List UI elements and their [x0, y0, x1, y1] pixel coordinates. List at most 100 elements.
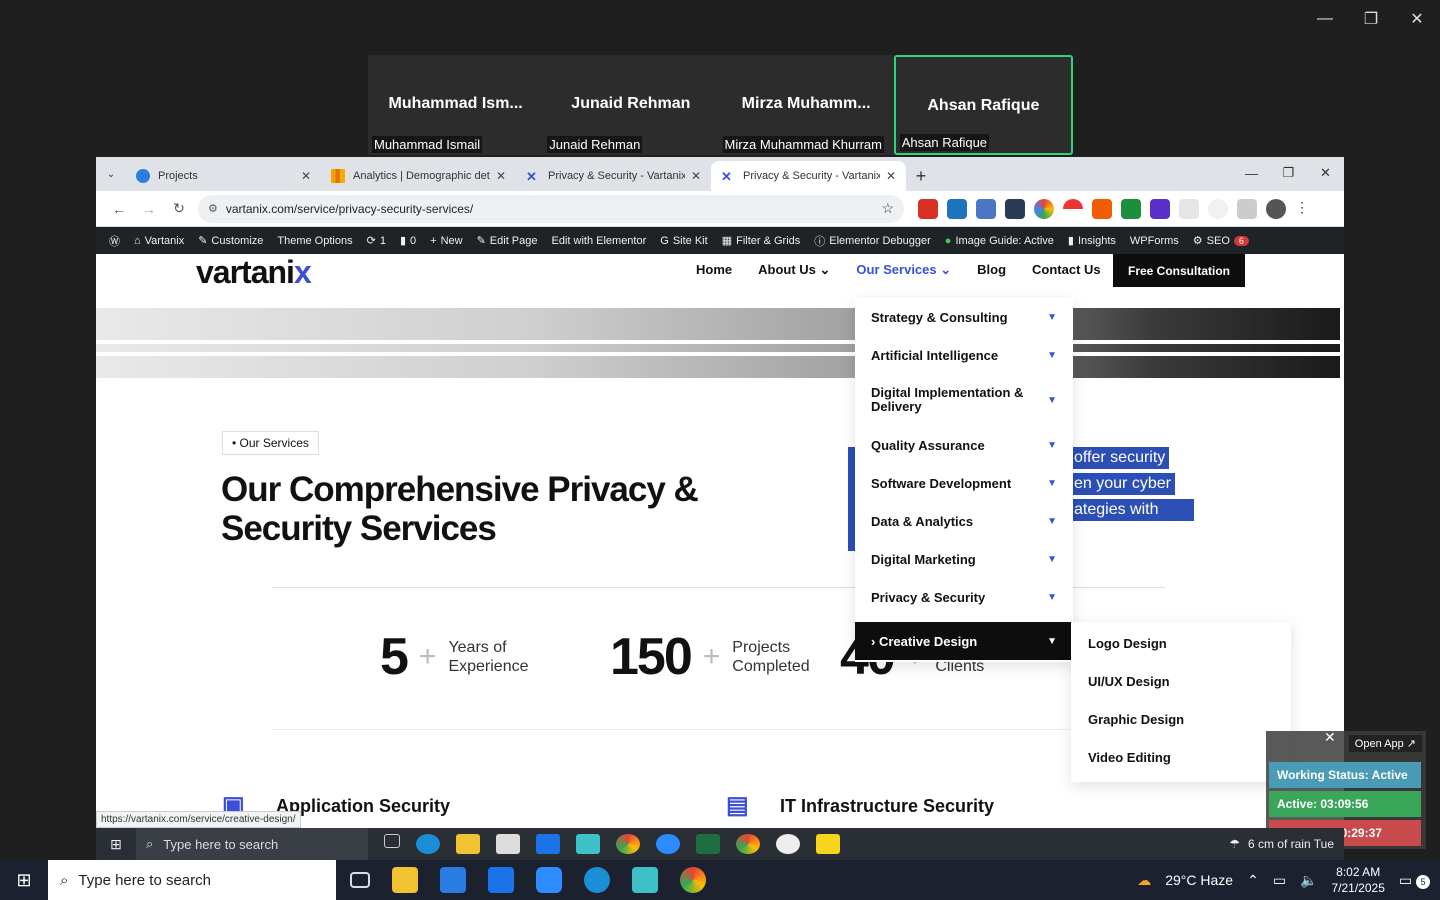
wp-elementor-debugger[interactable]: ⓘ Elementor Debugger	[807, 233, 938, 249]
dropdown-item[interactable]: Artificial Intelligence ▼	[855, 336, 1073, 374]
edge-icon[interactable]	[416, 834, 440, 854]
shield-extension-icon[interactable]	[947, 198, 967, 219]
wp-image-guide[interactable]: ● Image Guide: Active	[938, 235, 1061, 247]
wp-filter-grids[interactable]: ▦ Filter & Grids	[715, 234, 808, 248]
tab-close-icon[interactable]: ✕	[301, 169, 311, 183]
wp-edit-page[interactable]: ✎ Edit Page	[470, 234, 545, 248]
remote-search-box[interactable]: ⌕ Type here to search	[136, 828, 368, 860]
excel-icon[interactable]	[696, 834, 720, 854]
notification-icon[interactable]: ▭ 5	[1399, 872, 1430, 889]
volume-icon[interactable]: 🔈	[1300, 872, 1317, 889]
new-tab-button[interactable]: +	[906, 161, 936, 191]
percent-extension-icon[interactable]	[1092, 198, 1112, 219]
windows-start-icon[interactable]: ⊞	[0, 870, 48, 891]
submenu-item[interactable]: Video Editing	[1088, 750, 1171, 765]
dropdown-item[interactable]: Digital Marketing ▼	[855, 540, 1073, 578]
file-explorer-icon[interactable]	[456, 834, 480, 854]
folder-extension-icon[interactable]	[1005, 198, 1025, 219]
network-icon[interactable]: ▭	[1273, 872, 1286, 889]
tab-close-icon[interactable]: ✕	[886, 169, 896, 183]
participant-tile-active-speaker[interactable]: Ahsan Rafique Ahsan Rafique	[893, 55, 1073, 155]
puzzle-extensions-icon[interactable]	[1237, 198, 1257, 219]
bw-extension-icon[interactable]	[1121, 198, 1141, 219]
task-view-icon[interactable]	[384, 834, 400, 848]
forward-icon[interactable]: →	[134, 195, 164, 223]
wp-insights[interactable]: ▮ Insights	[1061, 234, 1123, 248]
browser-close-button[interactable]: ✕	[1307, 157, 1344, 189]
tab-privacy-security-active[interactable]: ✕ Privacy & Security - Vartanix ✕	[711, 161, 906, 191]
restore-button[interactable]: ❐	[1348, 0, 1394, 38]
tab-close-icon[interactable]: ✕	[691, 169, 701, 183]
remote-weather[interactable]: ☂ 6 cm of rain Tue	[1229, 837, 1334, 851]
tab-search-icon[interactable]: ⌄	[96, 157, 126, 191]
address-bar[interactable]: ⚙ vartanix.com/service/privacy-security-…	[198, 194, 904, 223]
chrome-alt-icon[interactable]	[736, 834, 760, 854]
mail-icon[interactable]	[488, 867, 514, 893]
browser-restore-button[interactable]: ❐	[1270, 157, 1307, 189]
paint-icon[interactable]	[776, 834, 800, 854]
color-extension-icon[interactable]	[1034, 198, 1054, 219]
chrome-icon[interactable]	[680, 867, 706, 893]
store-icon[interactable]	[440, 867, 466, 893]
wp-site-name[interactable]: ⌂ Vartanix	[127, 235, 191, 247]
tab-close-icon[interactable]: ✕	[496, 169, 506, 183]
submenu-item[interactable]: UI/UX Design	[1088, 674, 1170, 689]
zoom-icon[interactable]	[536, 867, 562, 893]
participant-tile[interactable]: Junaid Rehman Junaid Rehman	[543, 55, 719, 155]
store-icon[interactable]	[496, 834, 520, 854]
participant-tile[interactable]: Mirza Muhamm... Mirza Muhammad Khurram	[718, 55, 894, 155]
nav-blog[interactable]: Blog	[977, 262, 1006, 278]
tab-analytics[interactable]: Analytics | Demographic details ✕	[321, 161, 516, 191]
site-info-icon[interactable]: ⚙	[208, 202, 218, 215]
bookmark-star-icon[interactable]: ☆	[881, 200, 894, 217]
grad-cap-extension-icon[interactable]	[1150, 198, 1170, 219]
dropdown-item[interactable]: Digital Implementation & Delivery ▼	[855, 374, 1073, 426]
nav-our-services[interactable]: Our Services ⌄	[856, 262, 951, 278]
open-app-button[interactable]: Open App ↗	[1348, 735, 1422, 752]
weather-text[interactable]: 29°C Haze	[1165, 872, 1233, 888]
participant-tile[interactable]: Muhammad Ism... Muhammad Ismail	[368, 55, 544, 155]
nav-home[interactable]: Home	[696, 262, 732, 278]
zoom-icon[interactable]	[656, 834, 680, 854]
tab-projects[interactable]: Projects ✕	[126, 161, 321, 191]
grey-extension-icon[interactable]	[1179, 198, 1199, 219]
chevron-up-icon[interactable]: ⌃	[1247, 872, 1259, 889]
nav-contact[interactable]: Contact Us	[1032, 262, 1101, 278]
wp-comments[interactable]: ▮ 0	[393, 234, 423, 248]
mail-icon[interactable]	[536, 834, 560, 854]
tab-privacy-security[interactable]: ✕ Privacy & Security - Vartanix ✕	[516, 161, 711, 191]
wp-updates[interactable]: ⟳ 1	[360, 234, 393, 248]
submenu-item[interactable]: Logo Design	[1088, 636, 1167, 651]
submenu-item[interactable]: Graphic Design	[1088, 712, 1184, 727]
vs-icon[interactable]	[576, 834, 600, 854]
dropdown-item[interactable]: Privacy & Security ▼	[855, 578, 1073, 616]
close-icon[interactable]: ✕	[1324, 729, 1336, 746]
doc-extension-icon[interactable]	[976, 198, 996, 219]
compass-extension-icon[interactable]	[1208, 198, 1228, 219]
minimize-button[interactable]: —	[1302, 0, 1348, 38]
wp-seo[interactable]: ⚙ SEO 6	[1186, 234, 1256, 247]
wp-new[interactable]: + New	[423, 235, 469, 247]
task-view-icon[interactable]	[350, 872, 370, 888]
weather-icon[interactable]: ☁	[1137, 872, 1151, 889]
wp-site-kit[interactable]: G Site Kit	[653, 235, 714, 247]
windows-start-icon[interactable]: ⊞	[96, 836, 136, 853]
wordpress-logo-icon[interactable]: Ⓦ	[102, 233, 127, 249]
kebab-menu-icon[interactable]: ⋮	[1295, 199, 1315, 219]
wp-wpforms[interactable]: WPForms	[1123, 235, 1186, 247]
close-button[interactable]: ✕	[1394, 0, 1440, 38]
profile-avatar-icon[interactable]	[1266, 198, 1286, 219]
dropdown-item[interactable]: Software Development ▼	[855, 464, 1073, 502]
pdf-extension-icon[interactable]	[918, 198, 938, 219]
free-consultation-button[interactable]: Free Consultation	[1113, 254, 1245, 287]
file-explorer-icon[interactable]	[392, 867, 418, 893]
wp-theme-options[interactable]: Theme Options	[270, 235, 359, 247]
chrome-icon[interactable]	[616, 834, 640, 854]
dropdown-item[interactable]: Data & Analytics ▼	[855, 502, 1073, 540]
browser-minimize-button[interactable]: —	[1233, 157, 1270, 189]
nav-about[interactable]: About Us ⌄	[758, 262, 830, 278]
sticky-notes-icon[interactable]	[816, 834, 840, 854]
wp-edit-elementor[interactable]: Edit with Elementor	[545, 235, 654, 247]
pokeball-extension-icon[interactable]	[1063, 198, 1083, 219]
clock[interactable]: 8:02 AM 7/21/2025	[1331, 864, 1384, 896]
